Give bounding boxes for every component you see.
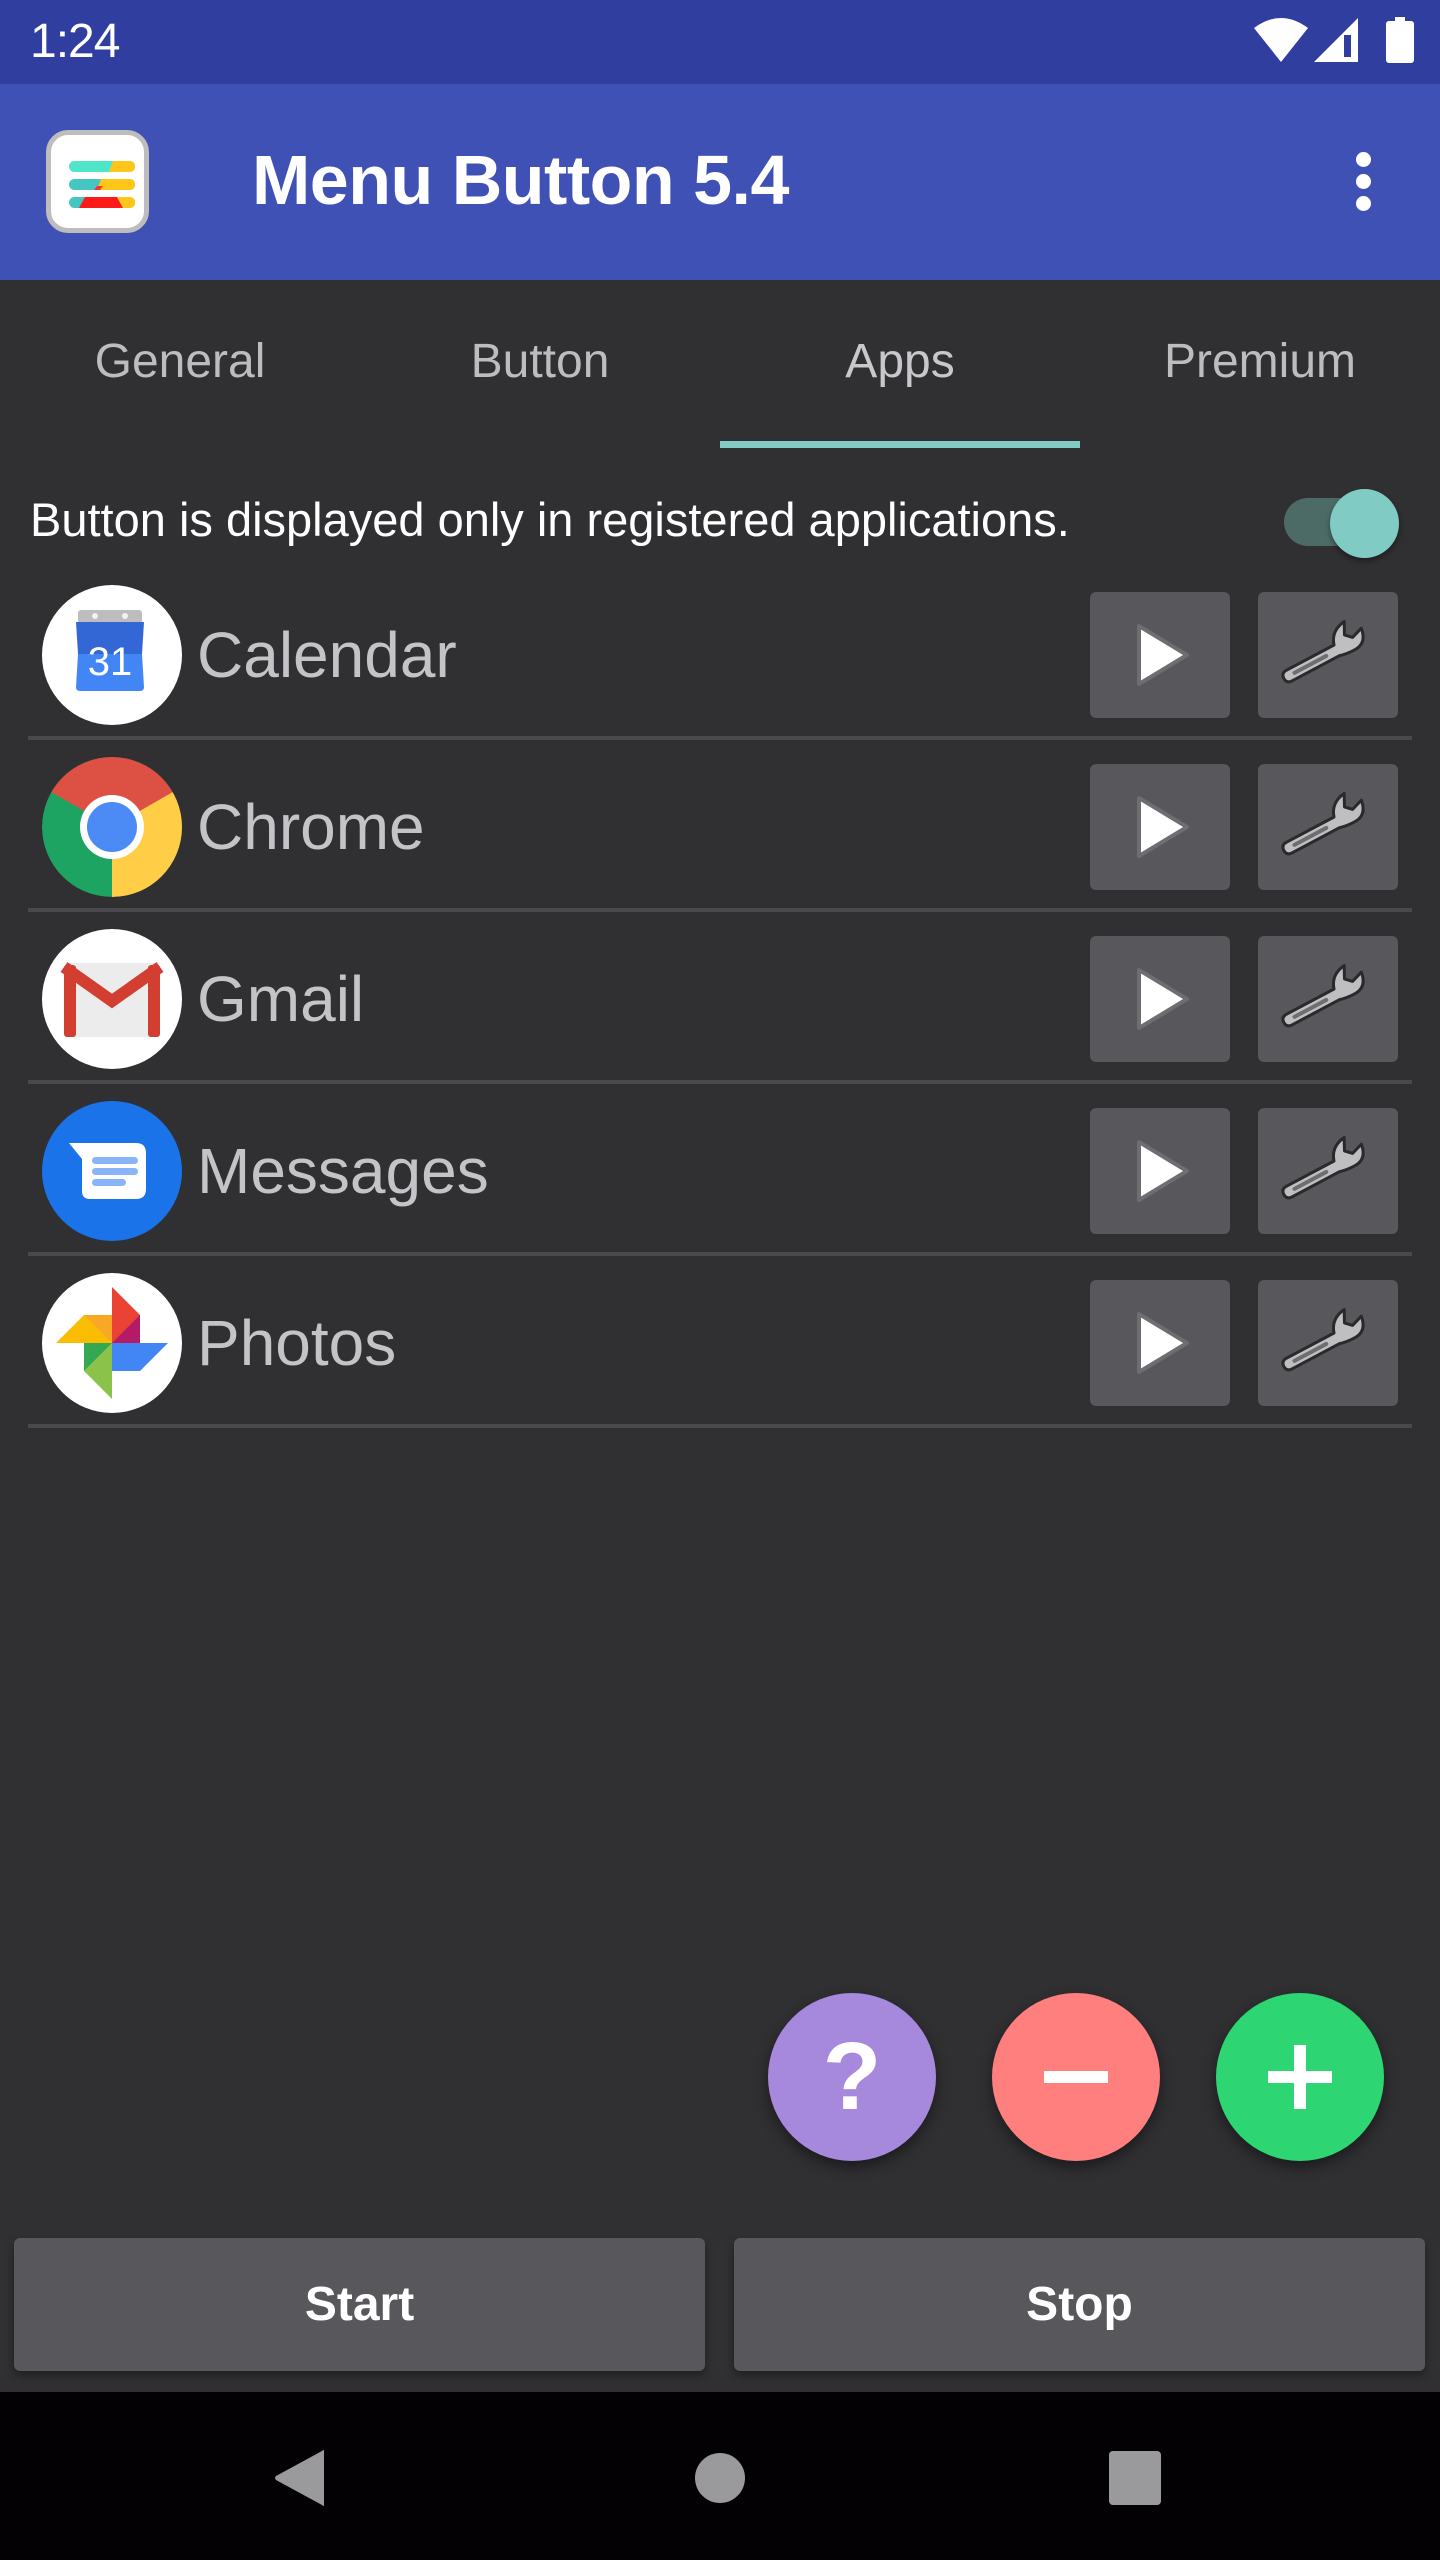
add-app-button[interactable] (1216, 1993, 1384, 2161)
app-row-messages: Messages (0, 1084, 1440, 1256)
wrench-icon (1281, 1135, 1365, 1200)
recents-icon (1109, 2451, 1161, 2505)
launch-button[interactable] (1090, 592, 1230, 718)
app-settings-button[interactable] (1258, 764, 1398, 890)
launch-button[interactable] (1090, 1280, 1230, 1406)
wifi-icon (1254, 17, 1308, 67)
status-bar: 1:24 (0, 0, 1440, 84)
status-icons (1254, 16, 1414, 68)
tab-general[interactable]: General (0, 280, 360, 448)
messages-icon (42, 1101, 182, 1241)
google-photos-icon (42, 1273, 182, 1413)
registered-only-toggle[interactable] (1284, 489, 1402, 559)
start-button[interactable]: Start (14, 2238, 705, 2371)
launch-button[interactable] (1090, 936, 1230, 1062)
wrench-icon (1281, 963, 1365, 1028)
play-icon (1137, 796, 1189, 858)
menu-button-app-icon (46, 130, 149, 233)
toggle-thumb (1330, 489, 1399, 558)
tab-apps[interactable]: Apps (720, 280, 1080, 448)
remove-app-button[interactable] (992, 1993, 1160, 2161)
wrench-icon (1281, 619, 1365, 684)
app-row-calendar: 31 Calendar (0, 568, 1440, 740)
app-bar: Menu Button 5.4 (0, 84, 1440, 280)
stop-button[interactable]: Stop (734, 2238, 1425, 2371)
home-icon (695, 2453, 745, 2503)
navigation-bar (0, 2392, 1440, 2560)
tab-indicator (720, 441, 1080, 448)
play-icon (1137, 1312, 1189, 1374)
app-name: Calendar (197, 619, 457, 691)
status-time: 1:24 (30, 15, 120, 68)
recents-button[interactable] (1093, 2436, 1177, 2520)
cell-signal-icon (1314, 17, 1358, 67)
app-settings-button[interactable] (1258, 592, 1398, 718)
svg-text:31: 31 (88, 640, 133, 684)
google-calendar-icon: 31 (42, 585, 182, 725)
battery-icon (1386, 16, 1414, 68)
app-name: Gmail (197, 963, 365, 1035)
app-name: Chrome (197, 791, 425, 863)
more-options-button[interactable] (1334, 138, 1392, 224)
help-button[interactable]: ? (768, 1993, 936, 2161)
app-row-chrome: Chrome (0, 740, 1440, 912)
row-divider (28, 1424, 1412, 1428)
gmail-icon (42, 929, 182, 1069)
app-name: Messages (197, 1135, 489, 1207)
minus-icon (1044, 2071, 1108, 2083)
app-settings-button[interactable] (1258, 1280, 1398, 1406)
app-row-gmail: Gmail (0, 912, 1440, 1084)
launch-button[interactable] (1090, 764, 1230, 890)
question-mark-icon: ? (822, 2023, 882, 2130)
wrench-icon (1281, 1307, 1365, 1372)
play-icon (1137, 1140, 1189, 1202)
app-name: Photos (197, 1307, 397, 1379)
wrench-icon (1281, 791, 1365, 856)
back-button[interactable] (258, 2436, 342, 2520)
registered-only-label: Button is displayed only in registered a… (30, 493, 1070, 546)
play-icon (1137, 968, 1189, 1030)
registered-app-list: 31 Calendar Chrome Gmail Messages Photos (0, 568, 1440, 1428)
plus-icon (1268, 2045, 1332, 2109)
chrome-icon (42, 757, 182, 897)
play-icon (1137, 624, 1189, 686)
registered-only-setting: Button is displayed only in registered a… (0, 470, 1440, 570)
app-title: Menu Button 5.4 (252, 141, 789, 219)
tab-button[interactable]: Button (360, 280, 720, 448)
tab-bar: General Button Apps Premium (0, 280, 1440, 448)
launch-button[interactable] (1090, 1108, 1230, 1234)
more-vert-icon (1355, 151, 1371, 167)
back-icon (275, 2450, 324, 2506)
app-row-photos: Photos (0, 1256, 1440, 1428)
tab-premium[interactable]: Premium (1080, 280, 1440, 448)
home-button[interactable] (678, 2436, 762, 2520)
app-settings-button[interactable] (1258, 1108, 1398, 1234)
app-settings-button[interactable] (1258, 936, 1398, 1062)
